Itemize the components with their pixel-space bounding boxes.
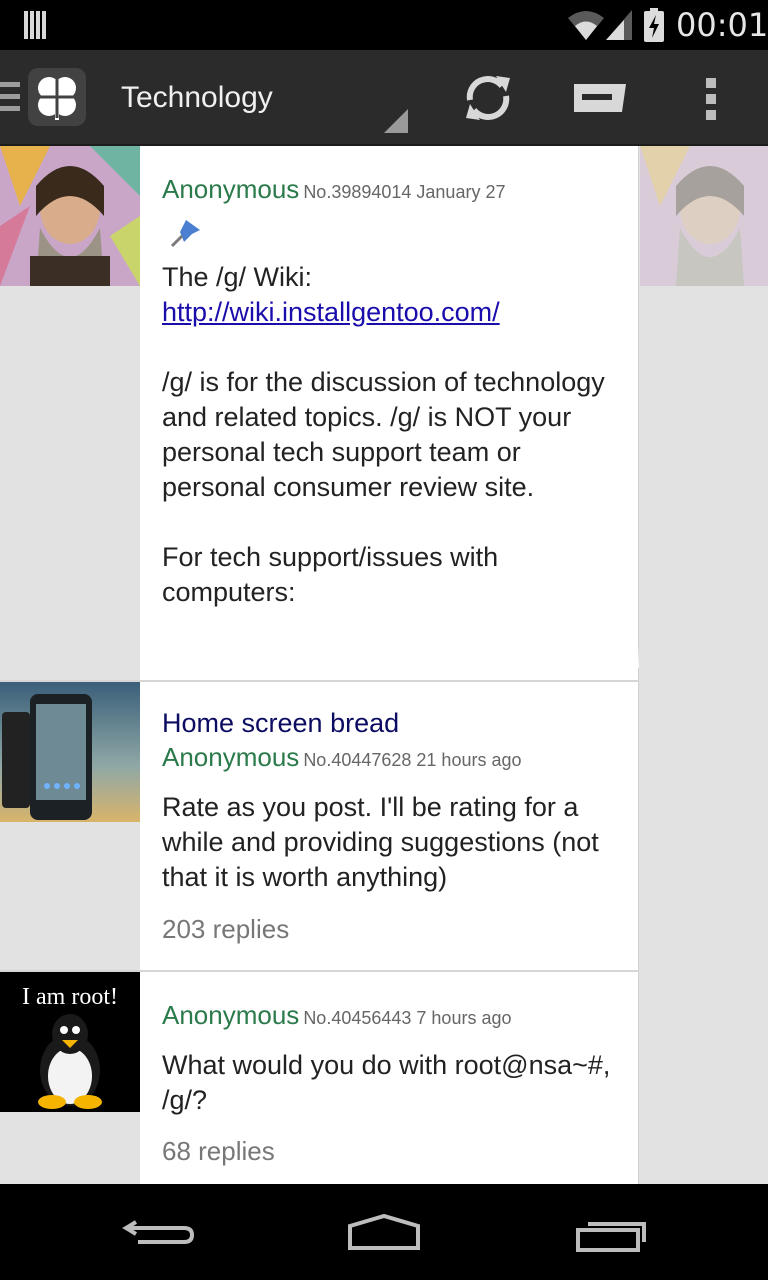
thumbnail-caption: I am root! <box>22 984 118 1010</box>
board-spinner-indicator[interactable] <box>384 109 408 133</box>
wifi-icon <box>568 11 604 40</box>
post-header: Anonymous No.39894014 January 27 <box>162 174 505 205</box>
body-line: The /g/ Wiki: <box>162 262 313 292</box>
poster-name: Anonymous <box>162 1000 300 1030</box>
post-meta: No.40447628 21 hours ago <box>303 750 522 770</box>
thread-card[interactable]: Anonymous No.39894014 January 27 The /g/ … <box>140 146 639 680</box>
app-logo-icon[interactable] <box>28 68 86 126</box>
pin-icon <box>170 220 200 248</box>
post-header: Anonymous No.40456443 7 hours ago <box>162 1000 511 1031</box>
thread-card[interactable]: Anonymous No.40456443 7 hours ago What wo… <box>140 972 639 1184</box>
status-bar: 00:01 <box>0 0 768 50</box>
thread-thumbnail[interactable]: I am root! <box>0 972 140 1112</box>
thread-thumbnail[interactable] <box>0 146 140 286</box>
wiki-link[interactable]: http://wiki.installgentoo.com/ <box>162 297 500 327</box>
clock: 00:01 <box>676 6 768 44</box>
text-fade <box>140 646 639 668</box>
body-paragraph: For tech support/issues with computers: <box>162 542 499 607</box>
notification-icon <box>24 11 48 39</box>
drawer-icon[interactable] <box>0 82 20 114</box>
body-paragraph: /g/ is for the discussion of technology … <box>162 367 605 502</box>
reply-count: 203 replies <box>162 914 290 944</box>
board-title[interactable]: Technology <box>121 78 273 118</box>
post-header: Anonymous No.40447628 21 hours ago <box>162 742 522 773</box>
thread-thumbnail-preview <box>640 146 768 286</box>
overflow-menu-icon[interactable] <box>664 50 760 146</box>
thread-subject: Home screen bread <box>162 708 400 738</box>
back-icon[interactable] <box>100 1184 220 1280</box>
reply-count: 68 replies <box>162 1136 275 1166</box>
thread-card[interactable]: Home screen bread Anonymous No.40447628 2… <box>140 682 639 970</box>
refresh-icon[interactable] <box>440 50 536 146</box>
poster-name: Anonymous <box>162 742 300 772</box>
recent-apps-icon[interactable] <box>550 1184 670 1280</box>
reply-icon[interactable] <box>552 50 648 146</box>
post-body: The /g/ Wiki: http://wiki.installgentoo.… <box>162 260 622 610</box>
battery-charging-icon <box>644 8 664 42</box>
signal-icon <box>606 10 632 40</box>
home-icon[interactable] <box>324 1184 444 1280</box>
thread-thumbnail[interactable] <box>0 682 140 822</box>
post-body: Rate as you post. I'll be rating for a w… <box>162 792 599 892</box>
poster-name: Anonymous <box>162 174 300 204</box>
post-meta: No.39894014 January 27 <box>303 182 506 202</box>
thread-list[interactable]: Anonymous No.39894014 January 27 The /g/ … <box>0 146 768 1184</box>
post-body: What would you do with root@nsa~#, /g/? <box>162 1050 611 1115</box>
post-meta: No.40456443 7 hours ago <box>303 1008 512 1028</box>
